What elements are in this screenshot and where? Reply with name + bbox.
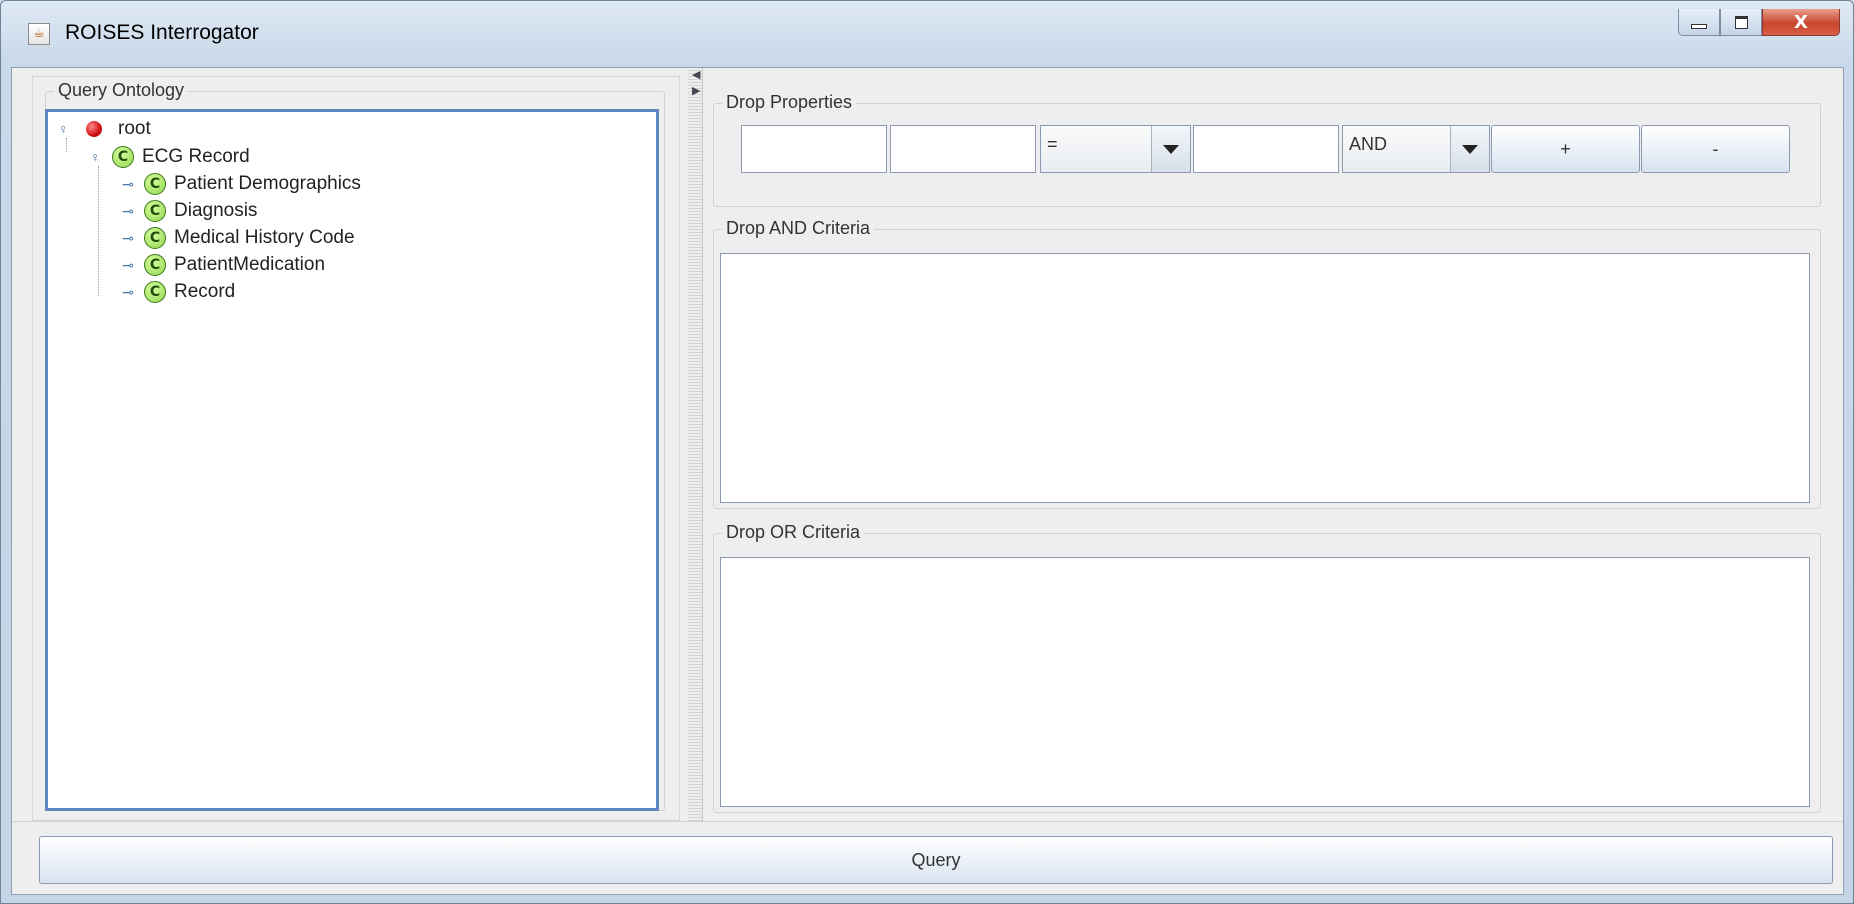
tree-node-root[interactable]: ♀ root (58, 116, 151, 142)
class-icon: C (144, 281, 166, 303)
query-ontology-title: Query Ontology (54, 80, 189, 101)
tree-node-diagnosis[interactable]: ⊸ C Diagnosis (122, 198, 257, 224)
root-node-icon (86, 121, 102, 137)
collapsed-handle-icon[interactable]: ⊸ (122, 258, 140, 272)
collapsed-handle-icon[interactable]: ⊸ (122, 177, 140, 191)
class-icon: C (144, 173, 166, 195)
collapsed-handle-icon[interactable]: ⊸ (122, 231, 140, 245)
property-field-2[interactable] (890, 125, 1036, 173)
remove-property-button[interactable]: - (1641, 125, 1790, 173)
collapsed-handle-icon[interactable]: ⊸ (122, 285, 140, 299)
drop-and-criteria-title: Drop AND Criteria (722, 218, 875, 239)
tree-node-label: Diagnosis (174, 200, 258, 221)
tree-node-ecg-record[interactable]: ♀ C ECG Record (90, 144, 250, 170)
window-title: ROISES Interrogator (65, 21, 259, 44)
maximize-icon (1734, 15, 1748, 29)
tree-node-label: ECG Record (142, 146, 250, 167)
collapse-right-icon[interactable]: ▶ (692, 84, 700, 97)
maximize-button[interactable] (1720, 9, 1762, 36)
tree-node-record[interactable]: ⊸ C Record (122, 279, 235, 305)
divider (12, 821, 1843, 822)
operator-select[interactable]: = (1040, 125, 1191, 173)
and-criteria-drop-area[interactable] (720, 253, 1810, 503)
ontology-tree[interactable]: ♀ root ♀ C ECG Record ⊸ C Patient Demogr… (45, 109, 659, 811)
operator-dropdown-button[interactable] (1151, 126, 1190, 172)
tree-node-label: PatientMedication (174, 254, 326, 275)
tree-node-medical-history-code[interactable]: ⊸ C Medical History Code (122, 225, 355, 251)
close-button[interactable]: X (1762, 9, 1840, 36)
minimize-button[interactable] (1678, 9, 1720, 36)
property-field-1[interactable] (741, 125, 887, 173)
value-field[interactable] (1193, 125, 1339, 173)
java-app-icon[interactable]: ☕ (28, 23, 50, 45)
chevron-down-icon (1462, 144, 1478, 154)
tree-node-label: Record (174, 281, 236, 302)
tree-node-label: root (118, 118, 151, 139)
title-bar[interactable]: ☕ ROISES Interrogator X (1, 1, 1853, 67)
collapsed-handle-icon[interactable]: ⊸ (122, 204, 140, 218)
class-icon: C (144, 227, 166, 249)
tree-connector (98, 166, 99, 296)
tree-node-label: Medical History Code (174, 227, 355, 248)
chevron-down-icon (1163, 144, 1179, 154)
logic-select[interactable]: AND (1342, 125, 1490, 173)
logic-value: AND (1349, 134, 1388, 154)
drop-or-criteria-title: Drop OR Criteria (722, 522, 865, 543)
class-icon: C (144, 200, 166, 222)
add-property-button[interactable]: + (1491, 125, 1640, 173)
logic-dropdown-button[interactable] (1450, 126, 1489, 172)
or-criteria-drop-area[interactable] (720, 557, 1810, 807)
operator-value: = (1047, 134, 1058, 154)
tree-node-label: Patient Demographics (174, 173, 361, 194)
close-icon: X (1794, 11, 1808, 33)
tree-node-patient-medication[interactable]: ⊸ C PatientMedication (122, 252, 325, 278)
collapse-left-icon[interactable]: ◀ (692, 68, 700, 81)
tree-node-patient-demographics[interactable]: ⊸ C Patient Demographics (122, 171, 361, 197)
class-icon: C (112, 146, 134, 168)
expanded-handle-icon[interactable]: ♀ (90, 150, 108, 164)
drop-properties-title: Drop Properties (722, 92, 857, 113)
minimize-icon (1691, 23, 1707, 29)
app-window: ☕ ROISES Interrogator X Query Ontology ◀… (0, 0, 1854, 904)
class-icon: C (144, 254, 166, 276)
query-button[interactable]: Query (39, 836, 1833, 884)
expanded-handle-icon[interactable]: ♀ (58, 122, 76, 136)
split-pane-divider[interactable] (688, 68, 702, 821)
